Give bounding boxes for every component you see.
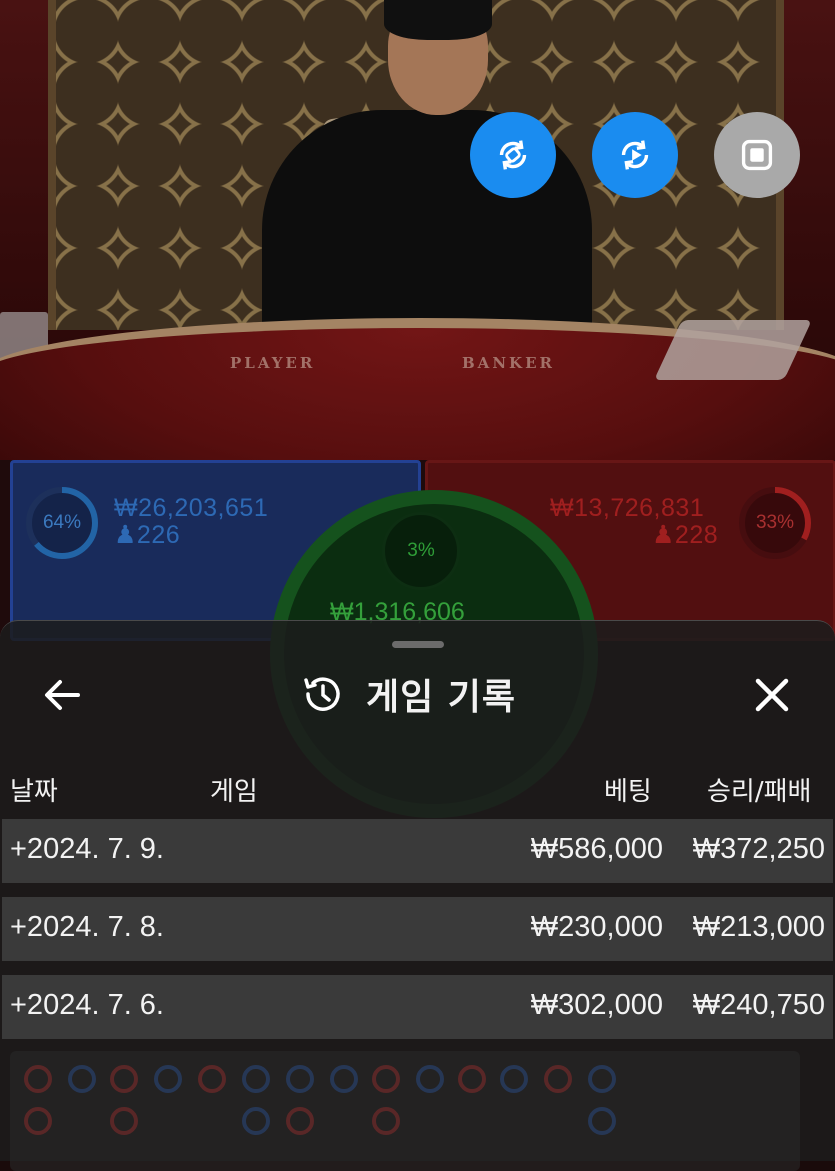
sheet-title: 게임 기록 (366, 677, 517, 718)
row-result: ₩372,250 (692, 833, 825, 865)
close-icon (755, 678, 789, 712)
drag-handle[interactable] (392, 641, 444, 648)
rotate-button[interactable] (470, 112, 556, 198)
game-history-sheet: 게임 기록 날짜 게임 베팅 승리/패배 +2024. 7. 9. ₩586,0… (0, 620, 835, 1171)
column-game: 게임 (210, 777, 258, 807)
row-result: ₩240,750 (692, 989, 825, 1021)
row-date: +2024. 7. 9. (10, 833, 164, 865)
replay-icon (621, 140, 649, 170)
row-bet: ₩230,000 (530, 911, 663, 943)
history-row[interactable]: +2024. 7. 9. ₩586,000 ₩372,250 (2, 819, 833, 883)
sheet-header: 게임 기록 (0, 661, 835, 727)
rotate-icon (499, 140, 527, 170)
history-row[interactable]: +2024. 7. 6. ₩302,000 ₩240,750 (2, 975, 833, 1039)
row-result: ₩213,000 (692, 911, 825, 943)
arrow-left-icon (45, 680, 80, 710)
column-date: 날짜 (10, 777, 58, 807)
live-video: PLAYER BANKER (0, 0, 835, 460)
close-button[interactable] (740, 671, 804, 719)
back-button[interactable] (30, 671, 94, 719)
stop-icon (741, 139, 773, 171)
row-bet: ₩586,000 (530, 833, 663, 865)
bead-road-background (10, 1051, 800, 1171)
history-icon (304, 677, 340, 711)
row-bet: ₩302,000 (530, 989, 663, 1021)
replay-button[interactable] (592, 112, 678, 198)
column-bet: 베팅 (604, 777, 652, 807)
row-date: +2024. 7. 8. (10, 911, 164, 943)
history-row[interactable]: +2024. 7. 8. ₩230,000 ₩213,000 (2, 897, 833, 961)
row-date: +2024. 7. 6. (10, 989, 164, 1021)
column-result: 승리/패배 (707, 777, 812, 807)
sheet-title-group: 게임 기록 (300, 669, 516, 719)
stop-button[interactable] (714, 112, 800, 198)
